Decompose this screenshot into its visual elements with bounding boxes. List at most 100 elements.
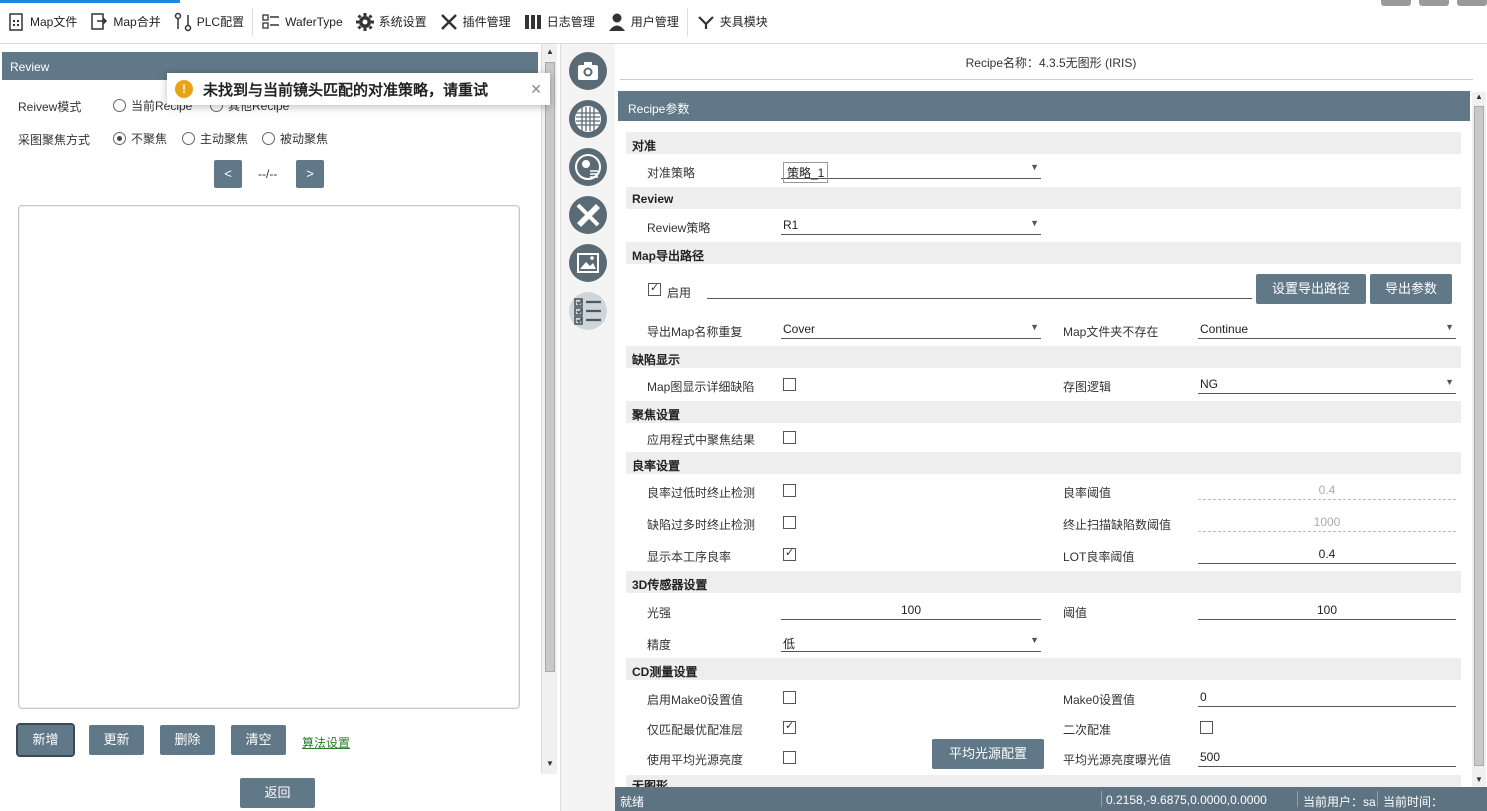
many-defect-stop-label: 缺陷过多时终止检测 xyxy=(647,518,756,532)
ruler-pencil-icon[interactable] xyxy=(569,196,607,234)
toolbar-log-management[interactable]: 日志管理 xyxy=(517,0,601,44)
radio-circle xyxy=(113,132,126,145)
set-export-path-button[interactable]: 设置导出路径 xyxy=(1256,274,1366,304)
tools-icon xyxy=(440,13,457,30)
wafer-settings-icon[interactable] xyxy=(569,148,607,186)
scroll-down-arrow[interactable]: ▼ xyxy=(542,756,558,772)
many-defect-stop-checkbox[interactable] xyxy=(783,516,796,529)
status-divider xyxy=(1377,791,1378,807)
stop-scan-defect-label: 终止扫描缺陷数阈值 xyxy=(1063,518,1172,532)
toolbar-system-settings[interactable]: 系统设置 xyxy=(349,0,433,44)
scroll-thumb[interactable] xyxy=(1474,106,1484,766)
close-button[interactable] xyxy=(1457,0,1487,6)
radio-label: 不聚焦 xyxy=(131,132,168,146)
review-image-viewer[interactable] xyxy=(18,205,520,709)
radio-active-focus[interactable]: 主动聚焦 xyxy=(182,130,248,147)
toolbar-plugin-management[interactable]: 插件管理 xyxy=(433,0,517,44)
toolbar-label: 夹具模块 xyxy=(719,15,768,29)
enable-make0-checkbox[interactable] xyxy=(783,691,796,704)
make0-input[interactable]: 0 xyxy=(1198,687,1456,707)
map-folder-missing-select[interactable]: Continue ▼ xyxy=(1198,319,1456,339)
enable-export-checkbox[interactable] xyxy=(648,281,661,296)
lot-yield-label: LOT良率阈值 xyxy=(1063,550,1135,564)
threshold-input[interactable]: 100 xyxy=(1198,600,1456,620)
prev-page-button[interactable]: < xyxy=(214,160,242,188)
status-ready: 就绪 xyxy=(620,795,645,809)
avg-light-config-button[interactable]: 平均光源配置 xyxy=(932,739,1044,769)
focus-mode-label: 采图聚焦方式 xyxy=(18,133,91,147)
side-icon-rail xyxy=(560,44,615,811)
minimize-button[interactable] xyxy=(1381,0,1411,6)
recipe-title: Recipe名称：4.3.5无图形 (IRIS) xyxy=(965,56,1137,70)
status-divider xyxy=(1297,791,1298,807)
section-no-pattern: 无图形 xyxy=(626,775,1461,787)
stop-scan-defect-input[interactable]: 1000 xyxy=(1198,512,1456,532)
avg-light-checkbox[interactable] xyxy=(783,751,796,764)
toolbar-fixture-module[interactable]: 夹具模块 xyxy=(690,0,774,44)
yield-threshold-input[interactable]: 0.4 xyxy=(1198,480,1456,500)
show-yield-checkbox[interactable] xyxy=(783,546,796,561)
radio-no-focus[interactable]: 不聚焦 xyxy=(113,130,167,147)
delete-button[interactable]: 删除 xyxy=(160,725,215,755)
lot-yield-input[interactable]: 0.4 xyxy=(1198,544,1456,564)
camera-icon[interactable] xyxy=(569,52,607,90)
update-button[interactable]: 更新 xyxy=(89,725,144,755)
scroll-up-arrow[interactable]: ▲ xyxy=(1472,92,1486,104)
export-path-input[interactable] xyxy=(707,279,1252,299)
best-layer-label: 仅匹配最优配准层 xyxy=(647,723,744,737)
review-strategy-select[interactable]: R1 ▼ xyxy=(781,215,1041,235)
export-name-dup-select[interactable]: Cover ▼ xyxy=(781,319,1041,339)
wafer-grid-icon[interactable] xyxy=(569,100,607,138)
best-layer-checkbox[interactable] xyxy=(783,719,796,734)
document-icon xyxy=(9,12,23,31)
toolbar-user-management[interactable]: 用户管理 xyxy=(601,0,685,44)
back-button[interactable]: 返回 xyxy=(240,778,315,808)
scroll-thumb[interactable] xyxy=(545,62,555,672)
avg-exposure-input[interactable]: 500 xyxy=(1198,747,1456,767)
toolbar-label: PLC配置 xyxy=(196,15,245,29)
image-frame-icon[interactable] xyxy=(569,244,607,282)
left-scrollbar[interactable]: ▲ ▼ xyxy=(541,44,557,774)
status-coordinates: 0.2158,-9.6875,0.0000,0.0000 xyxy=(1106,793,1267,807)
next-page-button[interactable]: > xyxy=(296,160,324,188)
light-intensity-input[interactable]: 100 xyxy=(781,600,1041,620)
save-logic-select[interactable]: NG ▼ xyxy=(1198,374,1456,394)
low-yield-stop-checkbox[interactable] xyxy=(783,484,796,497)
maximize-button[interactable] xyxy=(1419,0,1449,6)
wafertype-icon xyxy=(262,13,280,29)
scroll-up-arrow[interactable]: ▲ xyxy=(542,44,558,60)
show-yield-label: 显示本工序良率 xyxy=(647,550,732,564)
avg-exposure-label: 平均光源亮度曝光值 xyxy=(1063,753,1172,767)
map-detail-defect-checkbox[interactable] xyxy=(783,378,796,391)
radio-label: 主动聚焦 xyxy=(200,132,249,146)
precision-select[interactable]: 低 ▼ xyxy=(781,632,1041,652)
second-registration-label: 二次配准 xyxy=(1063,723,1112,737)
radio-label: 被动聚焦 xyxy=(280,132,329,146)
clear-button[interactable]: 清空 xyxy=(231,725,286,755)
align-strategy-select[interactable]: 策略_1 ▼ xyxy=(781,159,1041,183)
scroll-down-arrow[interactable]: ▼ xyxy=(1472,775,1486,787)
window-controls xyxy=(1381,0,1487,6)
chevron-down-icon: ▼ xyxy=(1030,635,1039,645)
chevron-down-icon: ▼ xyxy=(1445,322,1454,332)
radio-passive-focus[interactable]: 被动聚焦 xyxy=(262,130,328,147)
second-registration-checkbox[interactable] xyxy=(1200,721,1213,734)
enable-label: 启用 xyxy=(667,286,692,300)
toolbar-map-merge[interactable]: Map合并 xyxy=(83,0,166,44)
export-name-dup-label: 导出Map名称重复 xyxy=(647,325,743,339)
right-scrollbar[interactable]: ▲ ▼ xyxy=(1472,92,1486,787)
apply-focus-label: 应用程式中聚焦结果 xyxy=(647,433,756,447)
add-button[interactable]: 新增 xyxy=(16,723,75,757)
radio-circle xyxy=(262,132,275,145)
toolbar-wafertype[interactable]: WaferType xyxy=(255,0,349,44)
checklist-icon[interactable] xyxy=(569,292,607,330)
toolbar-plc[interactable]: PLC配置 xyxy=(167,0,250,44)
toolbar-map-file[interactable]: Map文件 xyxy=(0,0,83,44)
recipe-params-header: Recipe参数 xyxy=(618,91,1470,121)
close-icon[interactable]: ✕ xyxy=(530,81,542,98)
log-icon xyxy=(524,14,541,29)
divider xyxy=(620,79,1473,80)
algorithm-settings-link[interactable]: 算法设置 xyxy=(302,734,350,751)
export-params-button[interactable]: 导出参数 xyxy=(1370,274,1452,304)
apply-focus-checkbox[interactable] xyxy=(783,431,796,444)
